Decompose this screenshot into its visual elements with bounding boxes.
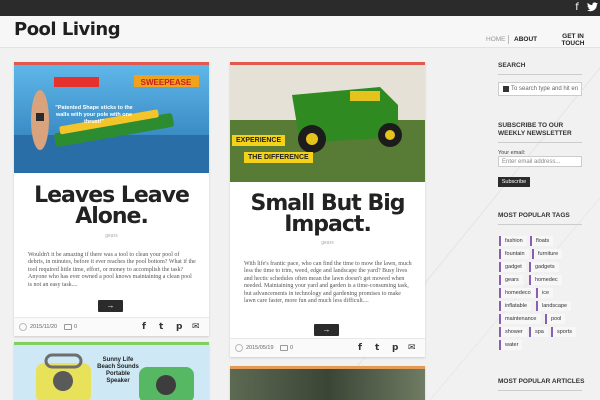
tag-homedeco[interactable]: homedeco	[499, 288, 535, 298]
tag-gears[interactable]: gears	[499, 275, 523, 285]
pinterest-share-icon[interactable]: p	[176, 322, 182, 332]
post-tag[interactable]: gears	[230, 240, 425, 246]
sidebar-divider	[498, 390, 582, 391]
search-placeholder: To search type and hit en	[511, 86, 579, 92]
nav-about[interactable]: ABOUT	[514, 36, 537, 43]
post-excerpt: With life's frantic pace, who can find t…	[244, 261, 412, 305]
tag-sports[interactable]: sports	[551, 327, 576, 337]
top-bar: f	[0, 0, 600, 16]
calendar-icon	[19, 323, 27, 331]
post-date: 2015/05/19	[246, 345, 274, 351]
calendar-icon	[235, 344, 243, 352]
post-card: SWEEPEASE "Patented Shape sticks to the …	[14, 62, 209, 336]
post-card: Sunny Life Beach Sounds Portable Speaker	[14, 342, 209, 400]
tag-pool[interactable]: pool	[545, 314, 566, 324]
email-share-icon[interactable]: ✉	[408, 343, 416, 353]
tag-ice[interactable]: ice	[536, 288, 554, 298]
site-logo[interactable]: Pool Living	[14, 19, 121, 40]
comment-count: 0	[290, 345, 294, 351]
sidebar-search-title: SEARCH	[498, 62, 526, 69]
site-header: Pool Living HOME ABOUT GET IN TOUCH	[0, 16, 600, 48]
tag-floats[interactable]: floats	[530, 236, 554, 246]
comment-count: 0	[74, 324, 78, 330]
post-title[interactable]: Small But Big Impact.	[230, 193, 425, 236]
tag-fountain[interactable]: fountain	[499, 249, 529, 259]
twitter-share-icon[interactable]: t	[375, 343, 379, 353]
facebook-share-icon[interactable]: f	[142, 322, 146, 332]
post-footer: 2015/11/20 0 f t p ✉	[14, 317, 209, 336]
tag-inflatable[interactable]: inflatable	[499, 301, 532, 311]
post-thumbnail[interactable]: SWEEPEASE "Patented Shape sticks to the …	[14, 65, 209, 173]
tag-landscape[interactable]: landscape	[536, 301, 572, 311]
robot-mower-illustration	[230, 65, 425, 182]
twitter-share-icon[interactable]: t	[159, 322, 163, 332]
comment-icon[interactable]	[280, 345, 288, 351]
post-thumbnail[interactable]: EXPERIENCE THE DIFFERENCE	[230, 65, 425, 182]
image-brand-text: SWEEPEASE	[141, 78, 192, 87]
read-more-button[interactable]: →	[98, 300, 123, 312]
post-date: 2015/11/20	[30, 324, 58, 330]
sidebar-newsletter-title: SUBSCRIBE TO OUR WEEKLY NEWSLETTER	[498, 122, 572, 137]
image-caption: Sunny Life Beach Sounds Portable Speaker	[97, 357, 139, 384]
facebook-icon[interactable]: f	[571, 2, 583, 14]
post-excerpt: Wouldn't it be amazing if there was a to…	[28, 252, 196, 288]
sidebar-divider	[498, 224, 582, 225]
nav-home[interactable]: HOME	[486, 36, 506, 43]
post-footer: 2015/05/19 0 f t p ✉	[230, 338, 425, 357]
email-share-icon[interactable]: ✉	[192, 322, 200, 332]
comment-icon[interactable]	[64, 324, 72, 330]
tag-gadgets[interactable]: gadgets	[529, 262, 559, 272]
tag-shower[interactable]: shower	[499, 327, 527, 337]
tag-maintenance[interactable]: maintenance	[499, 314, 541, 324]
nav-get-in-touch[interactable]: GET IN TOUCH	[559, 33, 587, 47]
sidebar-articles-title: MOST POPULAR ARTICLES	[498, 378, 585, 385]
image-badge: THE DIFFERENCE	[244, 152, 313, 163]
tag-furniture[interactable]: furniture	[532, 249, 563, 259]
post-tag[interactable]: gears	[14, 233, 209, 239]
post-title[interactable]: Leaves Leave Alone.	[14, 185, 209, 228]
read-more-button[interactable]: →	[314, 324, 339, 336]
nav-divider	[508, 35, 509, 44]
tag-gadget[interactable]: gadget	[499, 262, 526, 272]
facebook-share-icon[interactable]: f	[358, 343, 362, 353]
tag-spa[interactable]: spa	[529, 327, 548, 337]
image-badge: EXPERIENCE	[232, 135, 286, 146]
pinterest-share-icon[interactable]: p	[392, 343, 398, 353]
subscribe-button[interactable]: Subscribe	[498, 177, 530, 187]
sidebar-divider	[498, 74, 582, 75]
post-card	[230, 366, 425, 400]
post-thumbnail[interactable]: Sunny Life Beach Sounds Portable Speaker	[14, 345, 209, 400]
tag-fashion[interactable]: fashion	[499, 236, 527, 246]
email-field[interactable]: Enter email address...	[498, 156, 582, 167]
image-caption: "Patented Shape sticks to the walls with…	[55, 105, 133, 125]
post-thumbnail[interactable]	[230, 369, 425, 400]
sidebar-divider	[498, 142, 582, 143]
search-icon	[503, 86, 509, 92]
sidebar-tags-title: MOST POPULAR TAGS	[498, 212, 570, 219]
post-card: EXPERIENCE THE DIFFERENCE Small But Big …	[230, 62, 425, 357]
twitter-icon[interactable]	[586, 2, 598, 14]
tag-homedec[interactable]: homedec	[529, 275, 562, 285]
tag-water[interactable]: water	[499, 340, 523, 350]
search-input[interactable]: To search type and hit en	[498, 82, 582, 96]
